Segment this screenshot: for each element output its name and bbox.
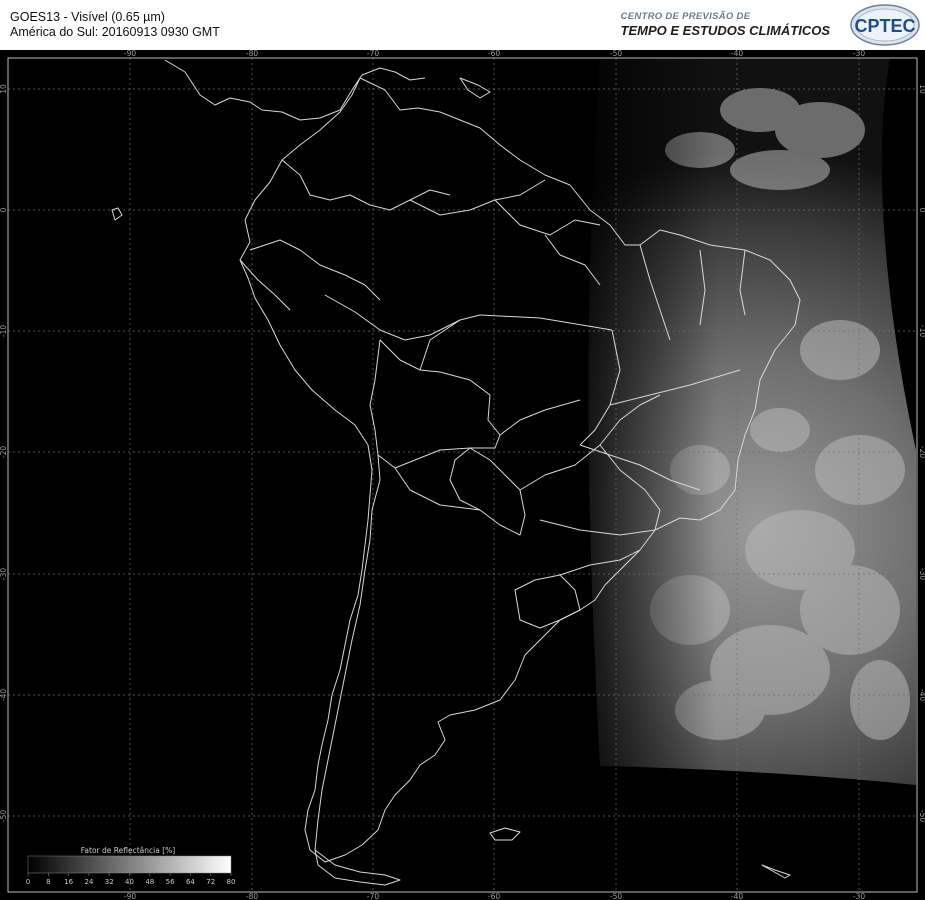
map-canvas: -90 -80 -70 -60 -50 -40 -30 -90 -80 -70 … [0, 50, 925, 900]
cptec-logo-icon: CPTEC [850, 4, 920, 46]
organization-name: CENTRO DE PREVISÃO DE TEMPO E ESTUDOS CL… [621, 11, 830, 38]
lat-label: 0 [0, 207, 8, 212]
lat-label: -50 [918, 810, 925, 822]
lon-label: -90 [124, 892, 136, 900]
org-line1: CENTRO DE PREVISÃO DE [620, 11, 751, 22]
lon-label: -40 [731, 50, 743, 58]
lon-label: -40 [731, 892, 743, 900]
legend-label: 80 [227, 878, 236, 886]
cloud-region [560, 58, 916, 785]
lat-label: -30 [0, 568, 8, 580]
lat-label: -10 [918, 325, 925, 337]
lat-label: 0 [918, 208, 925, 213]
region-datetime: América do Sul: 20160913 0930 GMT [10, 25, 220, 39]
lon-label: -80 [246, 50, 258, 58]
legend-label: 64 [186, 878, 195, 886]
legend-label: 40 [125, 878, 134, 886]
lat-label: -20 [0, 446, 8, 458]
legend-label: 48 [145, 878, 154, 886]
lon-label: -70 [367, 892, 379, 900]
lat-label: -40 [0, 689, 8, 701]
lon-label: -80 [246, 892, 258, 900]
lon-label: -30 [853, 892, 865, 900]
legend-label: 16 [64, 878, 73, 886]
legend-label: 24 [84, 878, 93, 886]
lon-label: -60 [488, 50, 500, 58]
legend-label: 0 [26, 878, 30, 886]
header: GOES13 - Visível (0.65 µm) América do Su… [0, 0, 925, 50]
lon-label: -30 [853, 50, 865, 58]
lon-label: -50 [610, 50, 622, 58]
satellite-image: -90 -80 -70 -60 -50 -40 -30 -90 -80 -70 … [0, 50, 925, 900]
lat-label: 10 [918, 84, 925, 94]
lat-label: -50 [0, 810, 8, 822]
lon-label: -50 [610, 892, 622, 900]
legend-label: 72 [206, 878, 215, 886]
lon-label: -60 [488, 892, 500, 900]
lat-label: 10 [0, 84, 8, 94]
product-title: GOES13 - Visível (0.65 µm) [10, 10, 165, 24]
legend-label: 56 [166, 878, 175, 886]
lat-label: -20 [918, 446, 925, 458]
lon-label: -90 [124, 50, 136, 58]
logo-text: CPTEC [854, 16, 915, 36]
legend-title: Fator de Reflectância [%] [81, 846, 175, 855]
lat-label: -40 [918, 689, 925, 701]
legend-label: 8 [46, 878, 50, 886]
lon-label: -70 [367, 50, 379, 58]
legend-colorbar [27, 855, 232, 874]
lat-label: -10 [0, 325, 8, 337]
lat-label: -30 [918, 568, 925, 580]
legend-label: 32 [105, 878, 114, 886]
org-line2: TEMPO E ESTUDOS CLIMÁTICOS [620, 23, 830, 38]
